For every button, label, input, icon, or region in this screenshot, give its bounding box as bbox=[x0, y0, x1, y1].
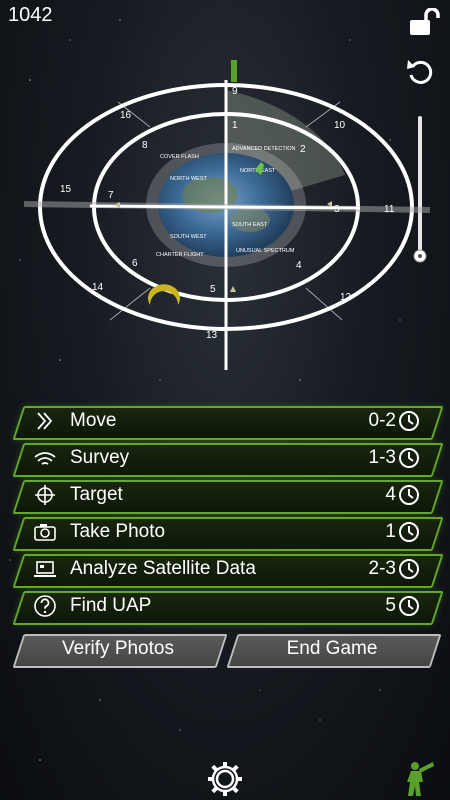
game-board[interactable]: 9 10 11 12 13 14 15 16 1 2 3 4 5 6 7 8 A… bbox=[0, 55, 450, 385]
bottom-button-row: Verify Photos End Game bbox=[12, 634, 442, 668]
clock-icon bbox=[399, 596, 419, 616]
take-photo-button[interactable]: Take Photo 1 bbox=[12, 517, 444, 551]
sector-4-label: 4 bbox=[296, 260, 302, 271]
move-cost: 0-2 bbox=[368, 410, 396, 431]
sector-2-label: 2 bbox=[300, 144, 306, 155]
zone-advanced-detection: ADVANCED DETECTION bbox=[232, 146, 295, 152]
sector-10-label: 10 bbox=[334, 120, 346, 131]
analyze-satellite-data-button[interactable]: Analyze Satellite Data 2-3 bbox=[12, 554, 444, 588]
score-counter: 1042 bbox=[8, 4, 53, 26]
survey-label: Survey bbox=[70, 447, 130, 468]
clock-icon bbox=[399, 485, 419, 505]
zone-charter-flight: CHARTER FLIGHT bbox=[156, 252, 204, 258]
question-circle-icon bbox=[34, 595, 56, 617]
sector-12-label: 12 bbox=[340, 292, 352, 303]
clock-icon bbox=[399, 448, 419, 468]
move-label: Move bbox=[70, 410, 117, 431]
analyze-satellite-data-cost: 2-3 bbox=[368, 558, 396, 579]
zone-unusual-spectrum: UNUSUAL SPECTRUM bbox=[236, 248, 295, 254]
sector-1-label: 1 bbox=[232, 120, 238, 131]
end-game-label: End Game bbox=[286, 638, 378, 659]
sector-11-label: 11 bbox=[384, 204, 395, 215]
sector-5-label: 5 bbox=[210, 284, 216, 295]
survey-button[interactable]: Survey 1-3 bbox=[12, 443, 444, 477]
move-button[interactable]: Move 0-2 bbox=[12, 406, 444, 440]
clock-icon bbox=[399, 411, 419, 431]
target-cost: 4 bbox=[385, 484, 396, 505]
chevron-arrows-icon bbox=[37, 412, 53, 430]
camera-icon bbox=[34, 524, 56, 541]
survey-cost: 1-3 bbox=[368, 447, 396, 468]
target-button[interactable]: Target 4 bbox=[12, 480, 444, 514]
moon-token[interactable] bbox=[147, 284, 180, 305]
take-photo-label: Take Photo bbox=[70, 521, 166, 542]
crosshair-icon bbox=[35, 485, 55, 505]
find-uap-button[interactable]: Find UAP 5 bbox=[12, 591, 444, 625]
find-uap-label: Find UAP bbox=[70, 595, 152, 616]
analyze-satellite-data-label: Analyze Satellite Data bbox=[70, 558, 256, 579]
zone-north-west: NORTH WEST bbox=[170, 176, 208, 182]
action-list: Move 0-2 Survey 1-3 Target 4 Take Photo … bbox=[12, 406, 444, 628]
clock-icon bbox=[399, 522, 419, 542]
wifi-waves-icon bbox=[34, 452, 56, 465]
sector-3-label: 3 bbox=[334, 204, 340, 215]
sector-14-label: 14 bbox=[92, 282, 104, 293]
end-game-button[interactable]: End Game bbox=[226, 634, 442, 668]
sector-7-label: 7 bbox=[108, 190, 114, 201]
sector-15-label: 15 bbox=[60, 184, 72, 195]
sector-16-label: 16 bbox=[120, 110, 132, 121]
sector-9-label: 9 bbox=[232, 86, 238, 97]
clock-icon bbox=[399, 559, 419, 579]
unlock-icon[interactable] bbox=[408, 8, 442, 36]
scout-telescope-icon[interactable] bbox=[405, 760, 435, 798]
marker-token bbox=[231, 60, 237, 82]
sector-8-label: 8 bbox=[142, 140, 148, 151]
laptop-icon bbox=[34, 561, 56, 577]
gear-icon[interactable] bbox=[206, 760, 244, 798]
verify-photos-button[interactable]: Verify Photos bbox=[12, 634, 228, 668]
find-uap-cost: 5 bbox=[385, 595, 396, 616]
zone-south-east: SOUTH EAST bbox=[232, 222, 268, 228]
zone-south-west: SOUTH WEST bbox=[170, 234, 207, 240]
zone-cover-flash: COVER FLASH bbox=[160, 154, 199, 160]
take-photo-cost: 1 bbox=[385, 521, 396, 542]
verify-photos-label: Verify Photos bbox=[62, 638, 174, 659]
sector-13-label: 13 bbox=[206, 330, 218, 341]
target-label: Target bbox=[70, 484, 123, 505]
sector-6-label: 6 bbox=[132, 258, 138, 269]
